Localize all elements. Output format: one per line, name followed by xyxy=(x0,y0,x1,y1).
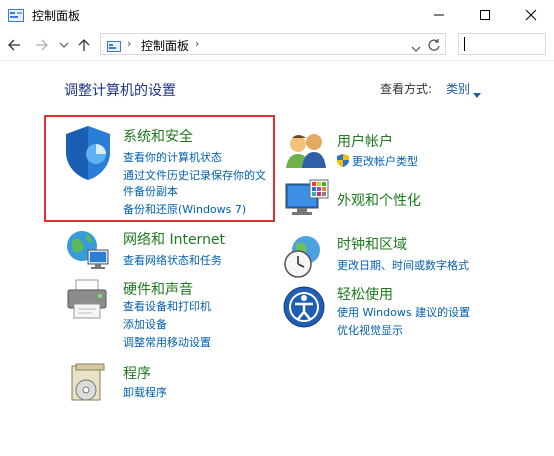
control-panel-icon xyxy=(107,38,121,57)
maximize-button[interactable] xyxy=(462,0,508,30)
title-bar: 控制面板 xyxy=(0,0,554,30)
close-button[interactable] xyxy=(508,0,554,30)
arrow-up-icon xyxy=(78,39,90,51)
close-icon xyxy=(525,9,537,21)
breadcrumb-separator[interactable]: › xyxy=(195,37,199,50)
link-devices-printers[interactable]: 查看设备和打印机 xyxy=(123,298,211,314)
link-optimize-visual-display[interactable]: 优化视觉显示 xyxy=(337,322,403,338)
breadcrumb-control-panel[interactable]: 控制面板 xyxy=(141,37,189,54)
page-title: 调整计算机的设置 xyxy=(64,83,176,99)
back-button[interactable] xyxy=(4,35,24,55)
category-ease-of-access[interactable]: 轻松使用 xyxy=(337,284,393,304)
breadcrumb-separator[interactable]: › xyxy=(127,37,131,50)
window-title: 控制面板 xyxy=(32,9,81,23)
window-bottom-edge xyxy=(0,448,554,456)
chevron-down-icon xyxy=(411,46,421,52)
control-panel-icon xyxy=(8,8,24,22)
ease-of-access-icon[interactable] xyxy=(282,285,326,333)
dropdown-arrow-icon[interactable] xyxy=(473,84,481,103)
text-caret xyxy=(464,37,465,51)
address-history-button[interactable] xyxy=(411,38,421,57)
category-appearance-personalization[interactable]: 外观和个性化 xyxy=(337,190,421,210)
address-bar[interactable]: › 控制面板 › xyxy=(100,33,446,55)
highlight-box xyxy=(44,115,275,222)
recent-locations-button[interactable] xyxy=(54,35,74,55)
appearance-monitor-icon[interactable] xyxy=(284,178,330,226)
network-globe-icon[interactable] xyxy=(64,228,112,276)
view-by-select[interactable]: 类别 xyxy=(446,80,470,97)
view-by-label: 查看方式: xyxy=(380,82,433,96)
link-network-status[interactable]: 查看网络状态和任务 xyxy=(123,252,222,268)
category-programs[interactable]: 程序 xyxy=(123,363,151,383)
divider xyxy=(0,60,554,61)
category-user-accounts[interactable]: 用户帐户 xyxy=(337,131,393,151)
programs-icon[interactable] xyxy=(68,362,108,410)
link-windows-recommended-settings[interactable]: 使用 Windows 建议的设置 xyxy=(337,304,470,320)
clock-globe-icon[interactable] xyxy=(282,234,328,284)
category-hardware-sound[interactable]: 硬件和声音 xyxy=(123,279,193,299)
forward-button[interactable] xyxy=(32,35,52,55)
refresh-button[interactable] xyxy=(427,37,441,56)
link-add-device[interactable]: 添加设备 xyxy=(123,316,167,332)
search-input[interactable] xyxy=(458,33,546,55)
user-accounts-icon[interactable] xyxy=(284,130,330,176)
refresh-icon xyxy=(428,39,440,51)
minimize-icon xyxy=(434,14,444,16)
link-change-date-time[interactable]: 更改日期、时间或数字格式 xyxy=(337,257,469,273)
uac-shield-icon xyxy=(337,152,349,171)
up-button[interactable] xyxy=(74,35,94,55)
link-mobility-settings[interactable]: 调整常用移动设置 xyxy=(123,334,211,350)
chevron-down-icon xyxy=(59,42,69,48)
printer-icon[interactable] xyxy=(64,278,112,326)
minimize-button[interactable] xyxy=(416,0,462,30)
link-change-account-type[interactable]: 更改帐户类型 xyxy=(352,153,418,169)
category-network-internet[interactable]: 网络和 Internet xyxy=(123,229,225,249)
link-uninstall-program[interactable]: 卸载程序 xyxy=(123,384,167,400)
category-clock-region[interactable]: 时钟和区域 xyxy=(337,234,407,254)
arrow-right-icon xyxy=(36,39,48,51)
arrow-left-icon xyxy=(8,39,20,51)
maximize-icon xyxy=(480,10,490,20)
